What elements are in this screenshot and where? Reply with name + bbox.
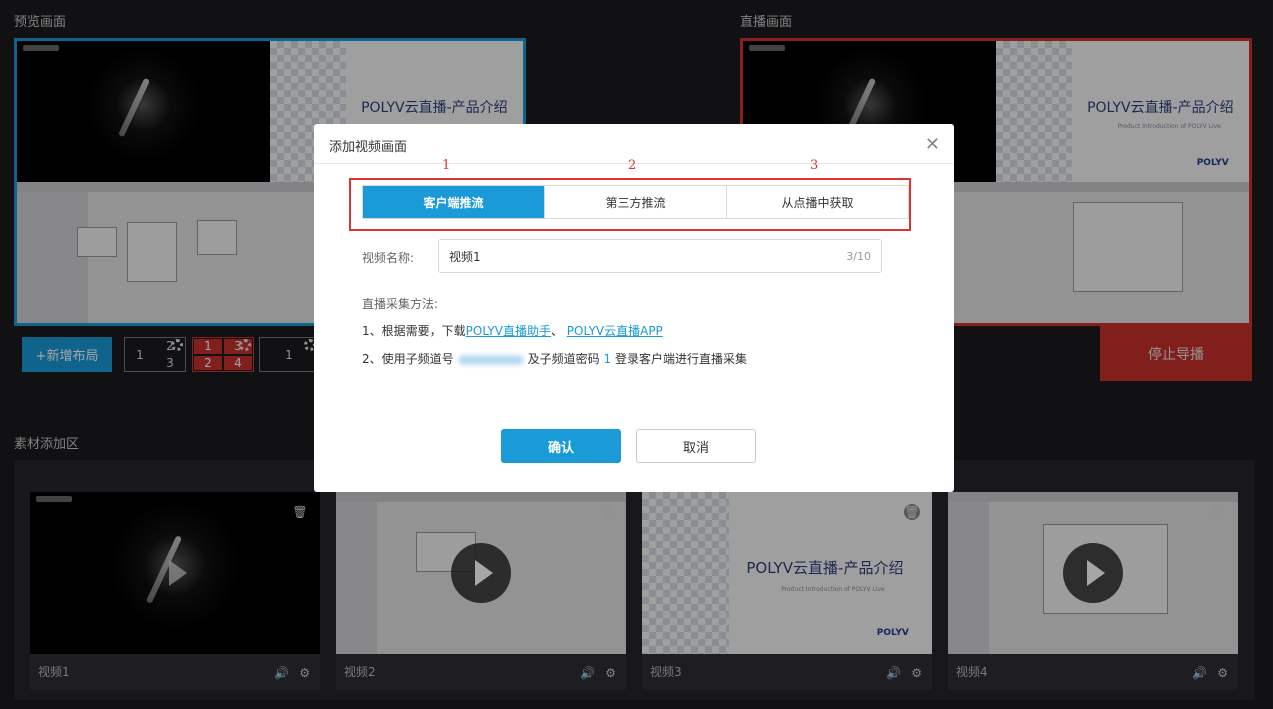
step-2: 2、使用子频道号 及子频道密码 1 登录客户端进行直播采集 xyxy=(362,350,747,367)
cancel-button[interactable]: 取消 xyxy=(636,429,756,463)
step-1: 1、根据需要，下载POLYV直播助手、 POLYV云直播APP xyxy=(362,322,663,339)
step-2-suffix: 登录客户端进行直播采集 xyxy=(614,352,747,366)
tab-from-vod[interactable]: 从点播中获取 xyxy=(726,186,908,218)
tab-client-push[interactable]: 客户端推流 xyxy=(363,186,544,218)
video-name-value: 视频1 xyxy=(449,249,481,264)
channel-id-redacted xyxy=(457,354,524,365)
method-title: 直播采集方法: xyxy=(362,297,439,311)
dialog-title: 添加视频画面 xyxy=(329,140,408,155)
video-name-label: 视频名称: xyxy=(362,251,415,265)
step-1-text: 1、根据需要，下载 xyxy=(362,324,466,338)
download-app-link[interactable]: POLYV云直播APP xyxy=(567,324,663,338)
char-count: 3/10 xyxy=(846,250,871,263)
close-icon[interactable]: ✕ xyxy=(925,134,940,155)
channel-password: 1 xyxy=(603,352,612,366)
tab-number: 2 xyxy=(628,158,637,173)
tab-number: 3 xyxy=(810,158,819,173)
download-assistant-link[interactable]: POLYV直播助手 xyxy=(466,324,551,338)
step-2-text: 2、使用子频道号 xyxy=(362,352,454,366)
step-1-separator: 、 xyxy=(550,324,567,338)
step-2-mid-text: 及子频道密码 xyxy=(527,352,600,366)
tab-number: 1 xyxy=(442,158,451,173)
tab-third-party-push[interactable]: 第三方推流 xyxy=(544,186,726,218)
confirm-button[interactable]: 确认 xyxy=(501,429,621,463)
source-tabs: 客户端推流 第三方推流 从点播中获取 xyxy=(362,185,909,219)
add-video-dialog: 添加视频画面 ✕ 1 2 3 客户端推流 第三方推流 从点播中获取 视频名称: … xyxy=(314,124,954,492)
video-name-input[interactable]: 视频1 3/10 xyxy=(438,239,882,273)
